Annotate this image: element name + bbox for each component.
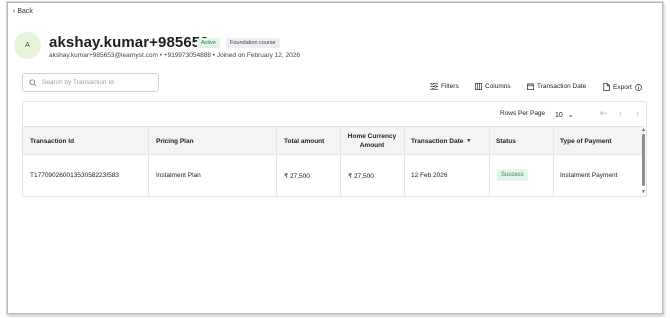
- vertical-scrollbar[interactable]: [642, 134, 645, 186]
- cell-transaction-id: T17709026001353058223I583: [30, 172, 119, 179]
- info-icon: [634, 83, 642, 91]
- export-icon: [603, 83, 610, 91]
- cell-total-amount: ₹ 27,500: [284, 173, 310, 180]
- user-name: akshay.kumar+985653: [49, 34, 209, 51]
- table-header: [23, 126, 645, 155]
- cell-pricing-plan: Instalment Plan: [156, 172, 201, 179]
- column-divider: [148, 126, 149, 197]
- rows-per-page-value: 10: [555, 111, 563, 119]
- scroll-down-icon[interactable]: ▼: [641, 189, 646, 195]
- column-header-transaction-id[interactable]: Transaction Id: [30, 127, 74, 155]
- user-contact-info: akshay.kumar+985653@learnyst.com • +9199…: [49, 52, 300, 59]
- avatar: A: [14, 32, 41, 59]
- columns-label: Columns: [485, 83, 511, 90]
- rows-per-page-select[interactable]: 10 ⌄: [555, 108, 583, 122]
- rows-per-page-label: Rows Per Page: [500, 110, 546, 117]
- column-header-home-currency-amount[interactable]: Home Currency Amount: [344, 127, 400, 155]
- avatar-initial: A: [25, 42, 30, 49]
- columns-button[interactable]: Columns: [475, 83, 511, 90]
- filters-button[interactable]: Filters: [430, 83, 459, 90]
- column-divider: [553, 126, 554, 197]
- column-divider: [489, 126, 490, 197]
- course-badge: Foundation course: [226, 38, 280, 48]
- column-divider: [340, 126, 341, 197]
- export-button[interactable]: Export: [603, 83, 642, 91]
- search-icon: [29, 78, 37, 87]
- column-header-pricing-plan[interactable]: Pricing Plan: [156, 127, 194, 155]
- column-header-transaction-date[interactable]: Transaction Date ▼: [411, 127, 471, 155]
- transaction-date-label: Transaction Date: [537, 83, 587, 90]
- transaction-date-button[interactable]: Transaction Date: [527, 83, 586, 90]
- filter-icon: [430, 83, 438, 90]
- cell-status-badge: Success: [497, 169, 528, 181]
- column-header-transaction-date-label: Transaction Date: [411, 137, 464, 145]
- cell-type-of-payment: Instalment Payment: [560, 172, 618, 179]
- status-badge: Active: [197, 38, 220, 48]
- column-header-status[interactable]: Status: [496, 127, 516, 155]
- search-input[interactable]: [42, 79, 152, 86]
- chevron-left-icon: ‹: [13, 8, 16, 15]
- column-divider: [404, 126, 405, 197]
- cell-home-currency-amount: ₹ 27,500: [348, 173, 374, 180]
- scroll-up-icon[interactable]: ▲: [641, 127, 646, 133]
- search-box[interactable]: [22, 73, 159, 92]
- column-header-type-of-payment[interactable]: Type of Payment: [560, 127, 612, 155]
- column-divider: [276, 126, 277, 197]
- column-header-total-amount[interactable]: Total amount: [284, 127, 324, 155]
- first-page-icon[interactable]: ⇤: [600, 109, 608, 118]
- sort-down-icon: ▼: [466, 138, 472, 144]
- export-label: Export: [613, 83, 632, 91]
- chevron-down-icon: ⌄: [567, 112, 574, 119]
- cell-transaction-date: 12 Feb 2026: [411, 172, 448, 179]
- back-link[interactable]: ‹ Back: [13, 8, 33, 15]
- calendar-icon: [527, 83, 534, 90]
- previous-page-icon[interactable]: ‹: [619, 109, 622, 118]
- back-label: Back: [17, 8, 33, 15]
- columns-icon: [475, 83, 482, 90]
- next-page-icon[interactable]: ›: [636, 109, 639, 118]
- filters-label: Filters: [441, 83, 459, 90]
